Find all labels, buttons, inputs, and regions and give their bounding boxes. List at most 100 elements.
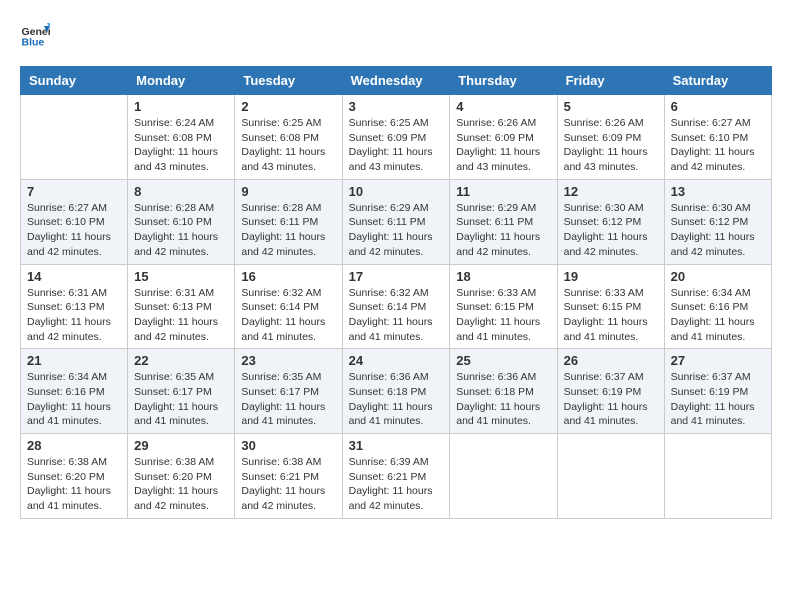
page-header: General Blue — [20, 20, 772, 50]
day-info: Sunrise: 6:28 AM Sunset: 6:11 PM Dayligh… — [241, 201, 335, 260]
day-number: 28 — [27, 438, 121, 453]
day-number: 9 — [241, 184, 335, 199]
day-number: 27 — [671, 353, 765, 368]
calendar-cell: 7 Sunrise: 6:27 AM Sunset: 6:10 PM Daylig… — [21, 179, 128, 264]
day-number: 20 — [671, 269, 765, 284]
day-info: Sunrise: 6:33 AM Sunset: 6:15 PM Dayligh… — [564, 286, 658, 345]
calendar-table: SundayMondayTuesdayWednesdayThursdayFrid… — [20, 66, 772, 519]
day-number: 14 — [27, 269, 121, 284]
day-number: 19 — [564, 269, 658, 284]
day-number: 6 — [671, 99, 765, 114]
day-number: 23 — [241, 353, 335, 368]
day-info: Sunrise: 6:24 AM Sunset: 6:08 PM Dayligh… — [134, 116, 228, 175]
calendar-week-3: 14 Sunrise: 6:31 AM Sunset: 6:13 PM Dayli… — [21, 264, 772, 349]
day-info: Sunrise: 6:32 AM Sunset: 6:14 PM Dayligh… — [349, 286, 444, 345]
calendar-cell — [557, 434, 664, 519]
day-info: Sunrise: 6:34 AM Sunset: 6:16 PM Dayligh… — [27, 370, 121, 429]
day-number: 2 — [241, 99, 335, 114]
calendar-cell: 16 Sunrise: 6:32 AM Sunset: 6:14 PM Dayli… — [235, 264, 342, 349]
day-info: Sunrise: 6:38 AM Sunset: 6:20 PM Dayligh… — [134, 455, 228, 514]
calendar-week-2: 7 Sunrise: 6:27 AM Sunset: 6:10 PM Daylig… — [21, 179, 772, 264]
calendar-cell: 12 Sunrise: 6:30 AM Sunset: 6:12 PM Dayli… — [557, 179, 664, 264]
day-info: Sunrise: 6:28 AM Sunset: 6:10 PM Dayligh… — [134, 201, 228, 260]
day-info: Sunrise: 6:39 AM Sunset: 6:21 PM Dayligh… — [349, 455, 444, 514]
day-info: Sunrise: 6:32 AM Sunset: 6:14 PM Dayligh… — [241, 286, 335, 345]
svg-text:Blue: Blue — [22, 37, 45, 49]
weekday-saturday: Saturday — [664, 67, 771, 95]
day-info: Sunrise: 6:29 AM Sunset: 6:11 PM Dayligh… — [349, 201, 444, 260]
calendar-cell: 28 Sunrise: 6:38 AM Sunset: 6:20 PM Dayli… — [21, 434, 128, 519]
day-info: Sunrise: 6:35 AM Sunset: 6:17 PM Dayligh… — [241, 370, 335, 429]
logo: General Blue — [20, 20, 54, 50]
calendar-cell: 11 Sunrise: 6:29 AM Sunset: 6:11 PM Dayli… — [450, 179, 557, 264]
day-info: Sunrise: 6:30 AM Sunset: 6:12 PM Dayligh… — [564, 201, 658, 260]
calendar-body: 1 Sunrise: 6:24 AM Sunset: 6:08 PM Daylig… — [21, 95, 772, 519]
day-number: 7 — [27, 184, 121, 199]
day-number: 12 — [564, 184, 658, 199]
calendar-cell: 31 Sunrise: 6:39 AM Sunset: 6:21 PM Dayli… — [342, 434, 450, 519]
calendar-cell: 23 Sunrise: 6:35 AM Sunset: 6:17 PM Dayli… — [235, 349, 342, 434]
day-info: Sunrise: 6:27 AM Sunset: 6:10 PM Dayligh… — [27, 201, 121, 260]
day-number: 4 — [456, 99, 550, 114]
weekday-header-row: SundayMondayTuesdayWednesdayThursdayFrid… — [21, 67, 772, 95]
day-info: Sunrise: 6:35 AM Sunset: 6:17 PM Dayligh… — [134, 370, 228, 429]
weekday-wednesday: Wednesday — [342, 67, 450, 95]
day-number: 1 — [134, 99, 228, 114]
day-number: 15 — [134, 269, 228, 284]
weekday-tuesday: Tuesday — [235, 67, 342, 95]
day-info: Sunrise: 6:29 AM Sunset: 6:11 PM Dayligh… — [456, 201, 550, 260]
calendar-cell: 13Sunrise: 6:30 AM Sunset: 6:12 PM Dayli… — [664, 179, 771, 264]
calendar-cell: 24Sunrise: 6:36 AM Sunset: 6:18 PM Dayli… — [342, 349, 450, 434]
calendar-cell: 20 Sunrise: 6:34 AM Sunset: 6:16 PM Dayli… — [664, 264, 771, 349]
calendar-cell: 14 Sunrise: 6:31 AM Sunset: 6:13 PM Dayli… — [21, 264, 128, 349]
day-info: Sunrise: 6:31 AM Sunset: 6:13 PM Dayligh… — [27, 286, 121, 345]
calendar-cell: 2 Sunrise: 6:25 AM Sunset: 6:08 PM Daylig… — [235, 95, 342, 180]
day-info: Sunrise: 6:26 AM Sunset: 6:09 PM Dayligh… — [564, 116, 658, 175]
day-info: Sunrise: 6:25 AM Sunset: 6:09 PM Dayligh… — [349, 116, 444, 175]
day-number: 16 — [241, 269, 335, 284]
calendar-cell: 6 Sunrise: 6:27 AM Sunset: 6:10 PM Daylig… — [664, 95, 771, 180]
weekday-monday: Monday — [128, 67, 235, 95]
calendar-cell: 15Sunrise: 6:31 AM Sunset: 6:13 PM Dayli… — [128, 264, 235, 349]
day-info: Sunrise: 6:34 AM Sunset: 6:16 PM Dayligh… — [671, 286, 765, 345]
day-info: Sunrise: 6:33 AM Sunset: 6:15 PM Dayligh… — [456, 286, 550, 345]
day-info: Sunrise: 6:38 AM Sunset: 6:20 PM Dayligh… — [27, 455, 121, 514]
day-number: 10 — [349, 184, 444, 199]
day-number: 22 — [134, 353, 228, 368]
calendar-cell: 4 Sunrise: 6:26 AM Sunset: 6:09 PM Daylig… — [450, 95, 557, 180]
calendar-cell: 19 Sunrise: 6:33 AM Sunset: 6:15 PM Dayli… — [557, 264, 664, 349]
day-number: 29 — [134, 438, 228, 453]
day-number: 8 — [134, 184, 228, 199]
calendar-cell: 9 Sunrise: 6:28 AM Sunset: 6:11 PM Daylig… — [235, 179, 342, 264]
calendar-cell: 26Sunrise: 6:37 AM Sunset: 6:19 PM Dayli… — [557, 349, 664, 434]
calendar-cell: 30Sunrise: 6:38 AM Sunset: 6:21 PM Dayli… — [235, 434, 342, 519]
calendar-cell — [450, 434, 557, 519]
calendar-cell: 25Sunrise: 6:36 AM Sunset: 6:18 PM Dayli… — [450, 349, 557, 434]
day-number: 17 — [349, 269, 444, 284]
calendar-cell: 10 Sunrise: 6:29 AM Sunset: 6:11 PM Dayli… — [342, 179, 450, 264]
day-number: 31 — [349, 438, 444, 453]
logo-icon: General Blue — [20, 20, 50, 50]
calendar-cell: 5 Sunrise: 6:26 AM Sunset: 6:09 PM Daylig… — [557, 95, 664, 180]
weekday-sunday: Sunday — [21, 67, 128, 95]
calendar-cell: 29 Sunrise: 6:38 AM Sunset: 6:20 PM Dayli… — [128, 434, 235, 519]
day-info: Sunrise: 6:25 AM Sunset: 6:08 PM Dayligh… — [241, 116, 335, 175]
calendar-cell: 8 Sunrise: 6:28 AM Sunset: 6:10 PM Daylig… — [128, 179, 235, 264]
day-number: 24 — [349, 353, 444, 368]
day-number: 21 — [27, 353, 121, 368]
calendar-cell: 21 Sunrise: 6:34 AM Sunset: 6:16 PM Dayli… — [21, 349, 128, 434]
calendar-cell: 22 Sunrise: 6:35 AM Sunset: 6:17 PM Dayli… — [128, 349, 235, 434]
calendar-cell — [664, 434, 771, 519]
day-info: Sunrise: 6:37 AM Sunset: 6:19 PM Dayligh… — [671, 370, 765, 429]
day-info: Sunrise: 6:26 AM Sunset: 6:09 PM Dayligh… — [456, 116, 550, 175]
day-number: 3 — [349, 99, 444, 114]
day-number: 26 — [564, 353, 658, 368]
day-info: Sunrise: 6:27 AM Sunset: 6:10 PM Dayligh… — [671, 116, 765, 175]
weekday-thursday: Thursday — [450, 67, 557, 95]
weekday-friday: Friday — [557, 67, 664, 95]
calendar-cell: 18Sunrise: 6:33 AM Sunset: 6:15 PM Dayli… — [450, 264, 557, 349]
calendar-cell: 27 Sunrise: 6:37 AM Sunset: 6:19 PM Dayli… — [664, 349, 771, 434]
day-number: 5 — [564, 99, 658, 114]
day-info: Sunrise: 6:38 AM Sunset: 6:21 PM Dayligh… — [241, 455, 335, 514]
day-number: 11 — [456, 184, 550, 199]
